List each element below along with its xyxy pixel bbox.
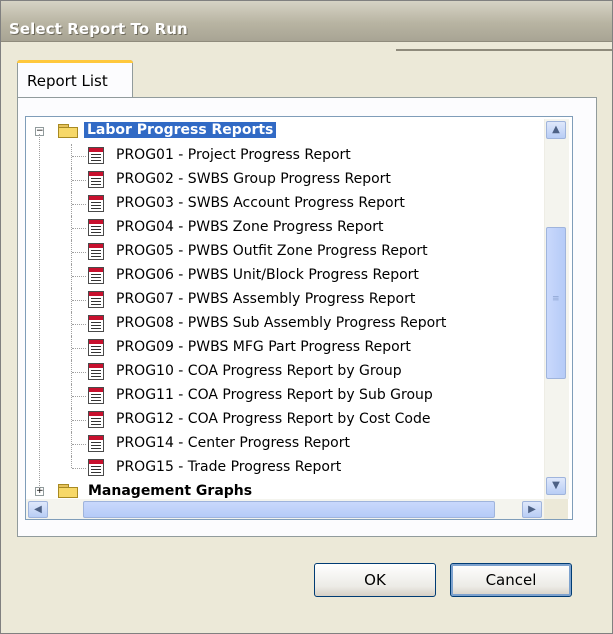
ok-button[interactable]: OK: [314, 563, 436, 597]
tree-item-label: PROG11 - COA Progress Report by Sub Grou…: [116, 387, 433, 403]
folder-open-icon: [58, 124, 78, 138]
tree-group-labor-progress[interactable]: − Labor Progress Reports: [26, 120, 572, 144]
tree-line: [72, 180, 86, 181]
tree-line: [71, 456, 72, 468]
tree-item-label: PROG06 - PWBS Unit/Block Progress Report: [116, 267, 419, 283]
report-document-icon: [88, 315, 104, 332]
report-document-icon: [88, 411, 104, 428]
tree-item-label: PROG12 - COA Progress Report by Cost Cod…: [116, 411, 431, 427]
tree-line: [72, 156, 86, 157]
title-divider: [396, 49, 612, 51]
tree-item-label: PROG09 - PWBS MFG Part Progress Report: [116, 339, 411, 355]
tree-item-report[interactable]: PROG15 - Trade Progress Report: [26, 456, 572, 480]
scroll-right-button[interactable]: ▶: [522, 501, 542, 518]
horizontal-scroll-thumb[interactable]: [83, 501, 495, 518]
title-bar[interactable]: Select Report To Run: [1, 1, 612, 42]
tree-item-report[interactable]: PROG10 - COA Progress Report by Group: [26, 360, 572, 384]
report-document-icon: [88, 459, 104, 476]
tree-item-label: PROG15 - Trade Progress Report: [116, 459, 342, 475]
vertical-scroll-thumb[interactable]: ≡: [546, 227, 566, 379]
report-document-icon: [88, 291, 104, 308]
tab-report-list[interactable]: Report List: [17, 60, 133, 98]
tree-line: [72, 276, 86, 277]
tree-item-label: PROG14 - Center Progress Report: [116, 435, 350, 451]
tree-item-label: PROG07 - PWBS Assembly Progress Report: [116, 291, 416, 307]
tree-item-label: PROG08 - PWBS Sub Assembly Progress Repo…: [116, 315, 447, 331]
report-tree[interactable]: − Labor Progress Reports PROG01 - Projec…: [25, 116, 573, 520]
report-document-icon: [88, 363, 104, 380]
report-document-icon: [88, 171, 104, 188]
tree-line: [72, 444, 86, 445]
tree-line: [72, 204, 86, 205]
tree-line: [72, 396, 86, 397]
tree-line: [72, 228, 86, 229]
tree-item-label: PROG01 - Project Progress Report: [116, 147, 351, 163]
report-document-icon: [88, 243, 104, 260]
tree-line: [72, 372, 86, 373]
report-document-icon: [88, 195, 104, 212]
tree-group-label: Management Graphs: [88, 483, 253, 499]
dialog-window: Select Report To Run Report List − Labor…: [0, 0, 613, 634]
report-document-icon: [88, 435, 104, 452]
report-document-icon: [88, 219, 104, 236]
tree-item-report[interactable]: PROG01 - Project Progress Report: [26, 144, 572, 168]
tree-item-report[interactable]: PROG11 - COA Progress Report by Sub Grou…: [26, 384, 572, 408]
tree-item-report[interactable]: PROG06 - PWBS Unit/Block Progress Report: [26, 264, 572, 288]
report-document-icon: [88, 267, 104, 284]
tree-line: [72, 468, 86, 469]
cancel-button[interactable]: Cancel: [450, 563, 572, 597]
tree-item-report[interactable]: PROG07 - PWBS Assembly Progress Report: [26, 288, 572, 312]
tab-report-list-label: Report List: [27, 72, 108, 90]
report-document-icon: [88, 387, 104, 404]
tree-item-report[interactable]: PROG08 - PWBS Sub Assembly Progress Repo…: [26, 312, 572, 336]
tree-item-report[interactable]: PROG05 - PWBS Outfit Zone Progress Repor…: [26, 240, 572, 264]
tree-item-report[interactable]: PROG14 - Center Progress Report: [26, 432, 572, 456]
scroll-up-button[interactable]: ▲: [546, 121, 566, 139]
grip-icon: ≡: [552, 294, 560, 304]
tree-item-label: PROG03 - SWBS Account Progress Report: [116, 195, 405, 211]
tree-group-label: Labor Progress Reports: [84, 122, 277, 138]
tree-line: [72, 348, 86, 349]
tree-item-report[interactable]: PROG04 - PWBS Zone Progress Report: [26, 216, 572, 240]
tree-line: [72, 420, 86, 421]
report-document-icon: [88, 147, 104, 164]
tree-item-report[interactable]: PROG03 - SWBS Account Progress Report: [26, 192, 572, 216]
scrollbar-corner: [544, 499, 568, 519]
tree-line: [72, 300, 86, 301]
window-title: Select Report To Run: [9, 20, 188, 38]
tree-line: [72, 324, 86, 325]
expand-icon[interactable]: +: [35, 487, 44, 496]
tree-item-report[interactable]: PROG02 - SWBS Group Progress Report: [26, 168, 572, 192]
tree-item-report[interactable]: PROG09 - PWBS MFG Part Progress Report: [26, 336, 572, 360]
tree-item-label: PROG10 - COA Progress Report by Group: [116, 363, 402, 379]
tree-line: [72, 252, 86, 253]
tree-item-label: PROG05 - PWBS Outfit Zone Progress Repor…: [116, 243, 428, 259]
tree-item-label: PROG04 - PWBS Zone Progress Report: [116, 219, 384, 235]
scroll-left-button[interactable]: ◀: [28, 501, 48, 518]
tree-item-report[interactable]: PROG12 - COA Progress Report by Cost Cod…: [26, 408, 572, 432]
report-document-icon: [88, 339, 104, 356]
tree-line: [39, 134, 40, 488]
tree-item-label: PROG02 - SWBS Group Progress Report: [116, 171, 391, 187]
folder-closed-icon: [58, 484, 78, 498]
scroll-down-button[interactable]: ▼: [546, 477, 566, 495]
